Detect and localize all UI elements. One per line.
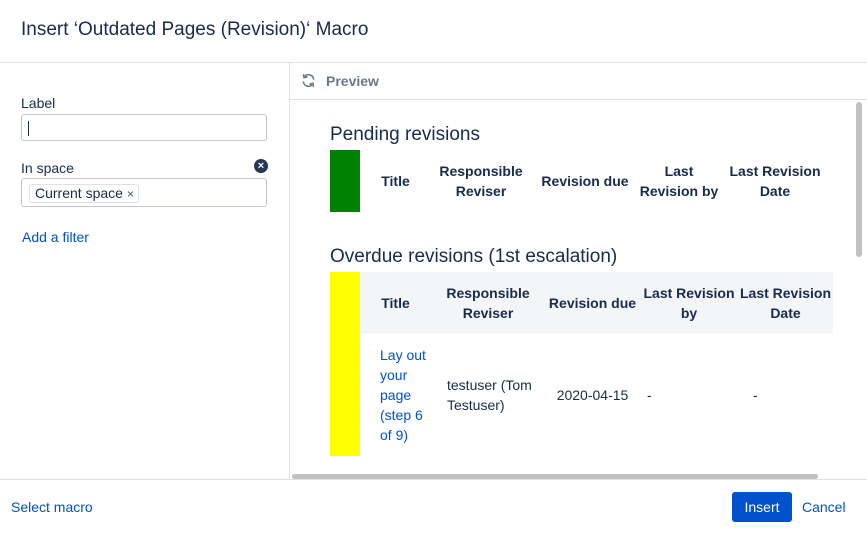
macro-dialog: Insert ‘Outdated Pages (Revision)‘ Macro… (0, 0, 867, 532)
page-link[interactable]: Lay out your page (step 6 of 9) (380, 345, 428, 445)
preview-panel: Preview Pending revisions Title Responsi… (290, 63, 867, 479)
table-header-row: Title Responsible Reviser Revision due L… (360, 272, 833, 334)
column-header-due: Revision due (541, 173, 629, 189)
status-bar-yellow (330, 272, 360, 456)
cell-last-date: - (753, 387, 758, 403)
preview-label: Preview (326, 73, 379, 89)
column-header-due: Revision due (548, 295, 637, 311)
dialog-title: Insert ‘Outdated Pages (Revision)‘ Macro (21, 19, 369, 40)
space-tag: Current space × (29, 184, 139, 203)
section-title-overdue: Overdue revisions (1st escalation) (330, 246, 618, 267)
cell-due: 2020-04-15 (556, 387, 629, 403)
column-header-last-date: Last Revision Date (729, 163, 821, 199)
preview-bar: Preview (290, 63, 867, 100)
select-macro-link[interactable]: Select macro (11, 499, 93, 515)
column-header-last-by: Last Revision by (639, 163, 719, 199)
cancel-button[interactable]: Cancel (802, 499, 846, 515)
insert-button[interactable]: Insert (732, 492, 792, 522)
space-field-label: In space (21, 160, 74, 176)
table-row: Lay out your page (step 6 of 9) testuser… (360, 334, 833, 456)
overdue-table: Title Responsible Reviser Revision due L… (360, 272, 833, 456)
vertical-scroll-thumb[interactable] (856, 102, 862, 257)
label-field-label: Label (21, 95, 56, 111)
status-bar-green (330, 150, 360, 212)
label-input[interactable] (21, 114, 267, 141)
column-header-reviser: Responsible Reviser (446, 285, 530, 321)
cell-reviser: testuser (Tom Testuser) (431, 334, 545, 456)
column-header-last-date: Last Revision Date (739, 285, 832, 321)
text-caret (28, 121, 29, 136)
space-input[interactable]: Current space × (21, 178, 267, 207)
clear-icon[interactable]: × (254, 159, 268, 173)
vertical-scrollbar[interactable] (855, 102, 863, 468)
preview-frame: Pending revisions Title Responsible Revi… (290, 100, 867, 472)
dialog-footer: Select macro Insert Cancel (0, 479, 867, 533)
column-header-title: Title (381, 295, 410, 311)
column-header-reviser: Responsible Reviser (439, 163, 523, 199)
add-filter-link[interactable]: Add a filter (22, 229, 89, 245)
table-header-row: Title Responsible Reviser Revision due L… (360, 150, 831, 212)
cell-reviser-text: testuser (Tom Testuser) (447, 377, 532, 413)
column-header-title: Title (381, 173, 410, 189)
section-title-pending: Pending revisions (330, 124, 480, 145)
refresh-icon[interactable] (300, 72, 317, 89)
column-header-last-by: Last Revision by (643, 285, 735, 321)
dialog-header: Insert ‘Outdated Pages (Revision)‘ Macro (0, 0, 867, 63)
parameters-panel: Label In space × Current space × Add a fi… (0, 63, 290, 479)
pending-table: Title Responsible Reviser Revision due L… (360, 150, 831, 212)
cell-title: Lay out your page (step 6 of 9) (360, 334, 431, 456)
cell-last-by: - (647, 387, 652, 403)
space-tag-label: Current space (35, 185, 123, 201)
remove-tag-icon[interactable]: × (127, 187, 134, 201)
